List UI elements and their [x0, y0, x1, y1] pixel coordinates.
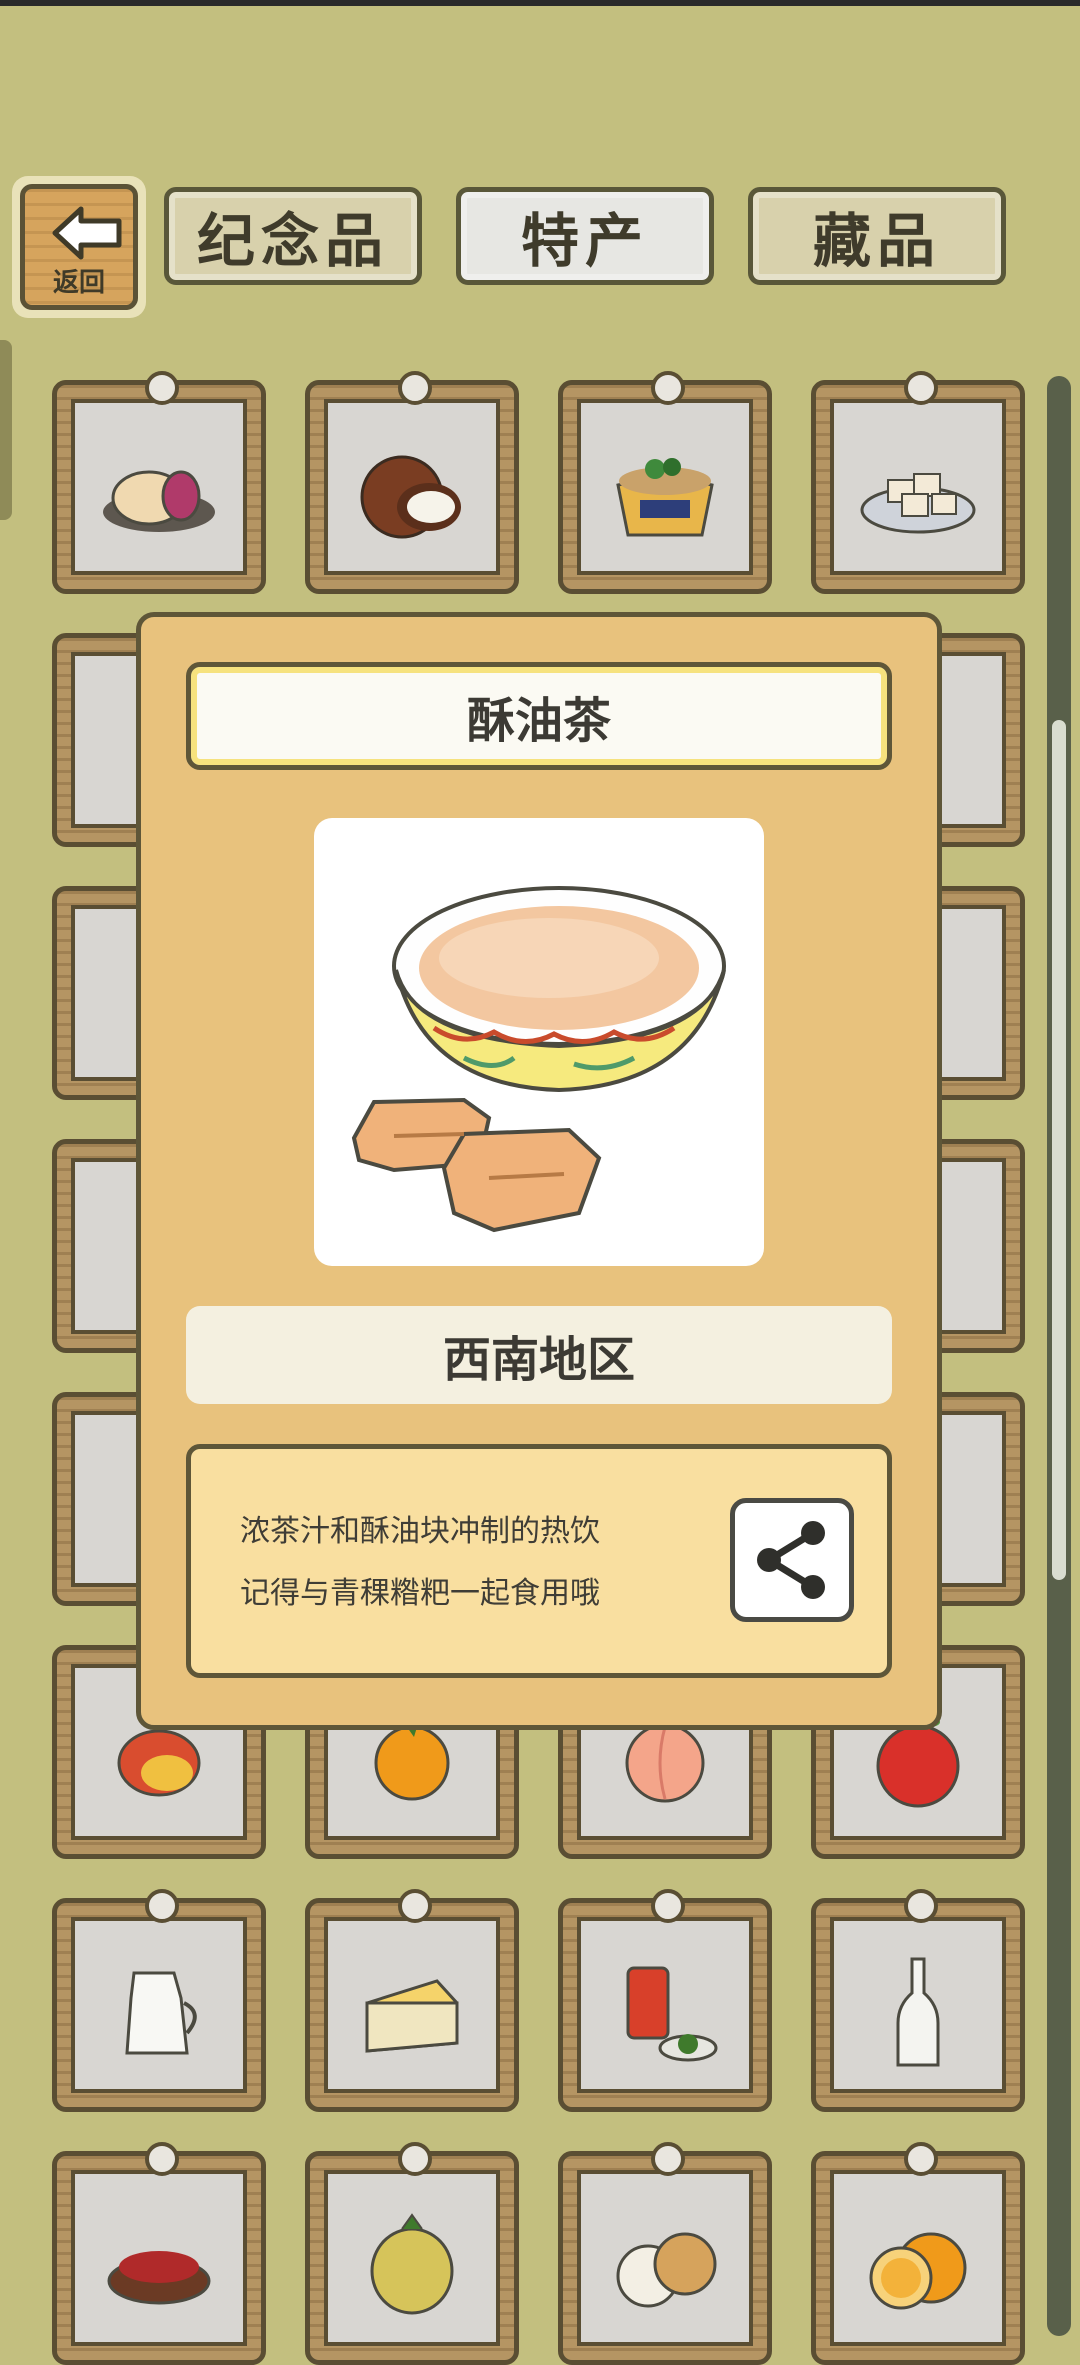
item-card[interactable] [811, 371, 1025, 594]
item-card[interactable] [558, 2142, 772, 2365]
item-card[interactable] [52, 371, 266, 594]
hanging-ring-icon [904, 371, 938, 405]
item-card[interactable] [811, 1889, 1025, 2112]
cheese-icon [357, 1963, 467, 2067]
hanging-ring-icon [398, 2142, 432, 2176]
item-title: 酥油茶 [186, 662, 892, 770]
tea-can-icon [610, 1958, 720, 2072]
item-card[interactable] [558, 1889, 772, 2112]
hanging-ring-icon [651, 371, 685, 405]
tab-souvenirs[interactable]: 纪念品 [164, 187, 422, 285]
item-card[interactable] [305, 1889, 519, 2112]
item-card[interactable] [52, 1889, 266, 2112]
tab-specialties[interactable]: 特产 [456, 187, 714, 285]
coconut-icon [357, 445, 467, 549]
item-region: 西南地区 [186, 1306, 892, 1404]
butter-tea-icon [351, 886, 726, 1233]
item-image [314, 818, 764, 1266]
share-icon [757, 1521, 825, 1599]
description-line-2: 记得与青稞糌粑一起食用哦 [240, 1576, 600, 1611]
side-handle[interactable] [0, 340, 12, 520]
hanging-ring-icon [904, 1889, 938, 1923]
back-button[interactable]: 返回 [12, 176, 146, 318]
tab-collections[interactable]: 藏品 [748, 187, 1006, 285]
item-card[interactable] [811, 2142, 1025, 2365]
hanging-ring-icon [145, 371, 179, 405]
scrollbar-thumb[interactable] [1052, 720, 1066, 1580]
status-bar [0, 0, 1080, 6]
item-card[interactable] [52, 2142, 266, 2365]
noodle-bowl-icon [610, 445, 720, 549]
tab-label: 纪念品 [196, 207, 389, 275]
bottle-icon [888, 1953, 948, 2077]
hanging-ring-icon [904, 2142, 938, 2176]
hanging-ring-icon [145, 2142, 179, 2176]
tofu-plate-icon [858, 450, 978, 544]
milk-jug-icon [109, 1958, 209, 2072]
back-label: 返回 [52, 268, 105, 298]
tab-label: 藏品 [812, 207, 941, 275]
hanging-ring-icon [398, 371, 432, 405]
orange-slices-icon [863, 2216, 973, 2320]
back-arrow-icon [52, 206, 122, 260]
goji-icon [104, 2221, 214, 2315]
hanging-ring-icon [651, 1889, 685, 1923]
item-card[interactable] [558, 371, 772, 594]
durian-icon [362, 2211, 462, 2325]
item-card[interactable] [305, 2142, 519, 2365]
tab-label: 特产 [520, 207, 649, 275]
description-line-1: 浓茶汁和酥油块冲制的热饮 [240, 1514, 600, 1549]
mooncake-icon [99, 450, 219, 544]
share-button[interactable] [730, 1498, 854, 1622]
hanging-ring-icon [398, 1889, 432, 1923]
longan-icon [610, 2216, 720, 2320]
hanging-ring-icon [145, 1889, 179, 1923]
hanging-ring-icon [651, 2142, 685, 2176]
item-card[interactable] [305, 371, 519, 594]
